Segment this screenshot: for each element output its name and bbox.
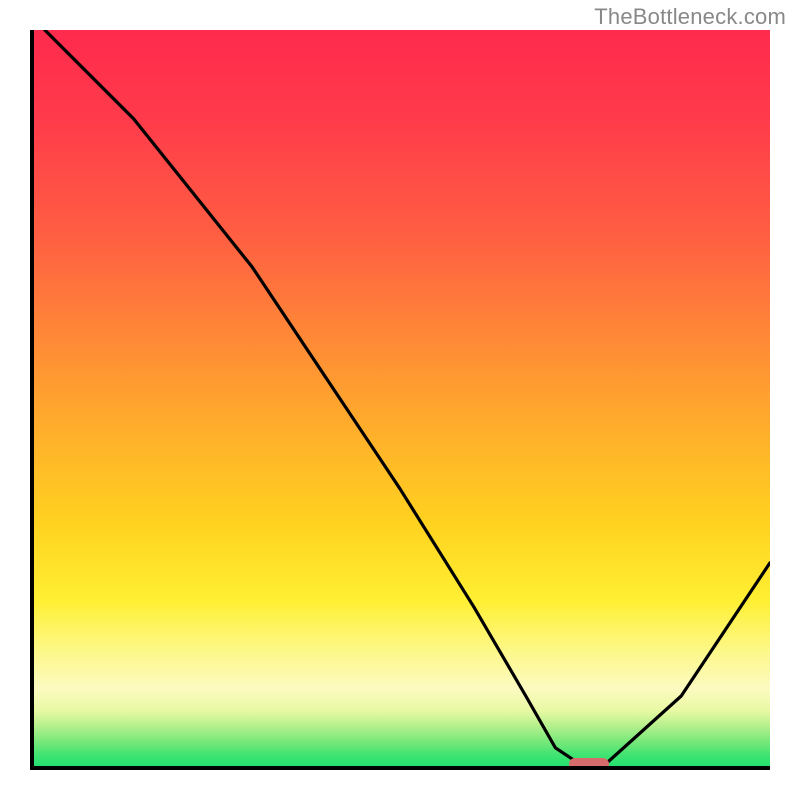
plot-area	[30, 30, 770, 770]
watermark-text: TheBottleneck.com	[594, 4, 786, 30]
y-axis-line	[30, 30, 34, 770]
x-axis-line	[30, 766, 770, 770]
bottleneck-chart: TheBottleneck.com	[0, 0, 800, 800]
